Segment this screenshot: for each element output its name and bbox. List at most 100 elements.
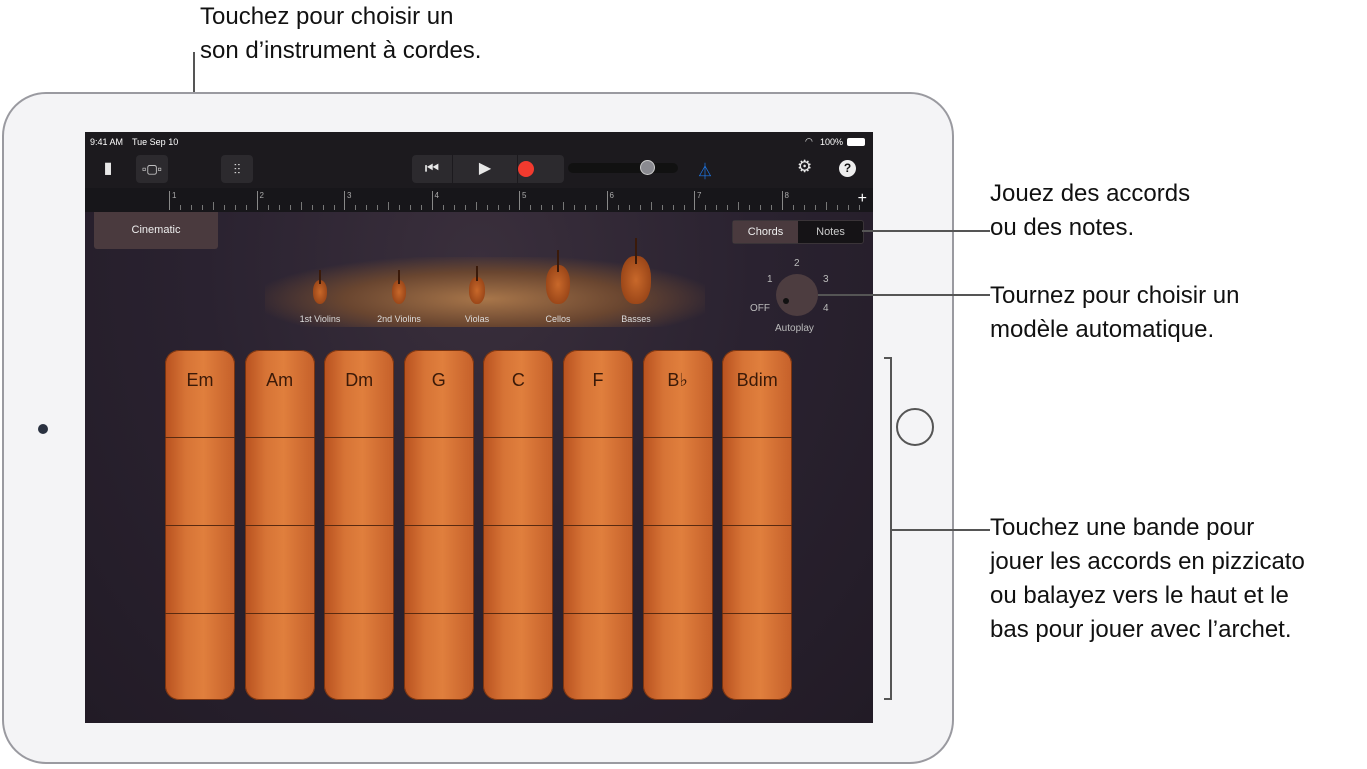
- notes-segment[interactable]: Notes: [798, 221, 863, 243]
- ruler-tick: [727, 205, 728, 210]
- ruler-tick: [246, 205, 247, 210]
- chords-segment[interactable]: Chords: [733, 221, 798, 243]
- instrument-label: Basses: [621, 314, 651, 324]
- ruler-tick: [289, 205, 291, 210]
- camera: [38, 424, 48, 434]
- chord-label: Am: [266, 370, 294, 390]
- metronome-icon[interactable]: ⏃: [697, 158, 713, 182]
- preset-button[interactable]: Cinematic: [94, 212, 218, 249]
- ruler-tick: [803, 205, 805, 210]
- ruler-tick: [464, 205, 466, 210]
- knob-indicator: [783, 298, 789, 304]
- instrument-label: Violas: [464, 314, 490, 324]
- instrument-neck: [557, 250, 559, 272]
- annotation-instrument: Touchez pour choisir un son d’instrument …: [200, 3, 482, 64]
- instrument-basses[interactable]: Basses: [601, 212, 671, 332]
- chord-strip-F[interactable]: F: [563, 350, 633, 700]
- ruler-bar-4: 4: [431, 191, 439, 210]
- ruler-bar-2: 2: [256, 191, 264, 210]
- strip-divider: [722, 437, 793, 438]
- play-icon[interactable]: ▶: [452, 155, 518, 183]
- chord-strip-Bdim[interactable]: Bdim: [722, 350, 793, 700]
- autoplay-1: 1: [767, 274, 773, 285]
- ruler-tick: [508, 205, 510, 210]
- chord-strip-C[interactable]: C: [483, 350, 554, 700]
- ruler-tick: [650, 202, 652, 210]
- ruler-bar-1: 1: [169, 191, 176, 210]
- ruler-bar-6: 6: [606, 191, 614, 210]
- instrument-neck: [319, 270, 321, 284]
- ruler-tick: [333, 205, 335, 210]
- rewind-icon[interactable]: ⏮: [412, 155, 452, 183]
- instrument-violas[interactable]: Violas: [442, 212, 512, 332]
- ruler-tick: [574, 205, 575, 210]
- ruler-tick: [202, 205, 203, 210]
- instrument-label: 2nd Violins: [377, 314, 421, 324]
- annotation-strips: Touchez une bande pour jouer les accords …: [990, 514, 1305, 643]
- chord-strip-Em[interactable]: Em: [165, 350, 235, 700]
- strip-divider: [642, 525, 713, 526]
- ruler-tick: [311, 205, 313, 210]
- ruler-tick: [322, 205, 324, 210]
- ruler-tick: [377, 205, 378, 210]
- help-icon[interactable]: ?: [839, 160, 856, 177]
- instrument-2nd-violins[interactable]: 2nd Violins: [364, 212, 434, 332]
- record-icon[interactable]: [518, 161, 534, 177]
- callout-line: [892, 529, 990, 531]
- strip-divider: [324, 613, 395, 614]
- chord-label: Bdim: [736, 370, 778, 390]
- strip-divider: [642, 613, 713, 614]
- ruler-bar-5: 5: [519, 191, 526, 210]
- mixer-icon[interactable]: ⫶⫶: [221, 155, 253, 183]
- instrument-neck: [635, 238, 637, 265]
- settings-icon[interactable]: ⚙: [797, 157, 812, 177]
- autoplay-knob[interactable]: [776, 274, 818, 316]
- ruler-tick: [410, 205, 411, 210]
- instrument-1st-violins[interactable]: 1st Violins: [285, 212, 355, 332]
- ruler-bar-8: 8: [781, 191, 789, 210]
- strip-divider: [483, 437, 554, 438]
- chords-notes-toggle: Chords Notes: [732, 220, 864, 244]
- ruler-tick: [475, 202, 477, 210]
- ruler-tick: [683, 205, 685, 210]
- ruler-tick: [366, 205, 367, 210]
- volume-slider[interactable]: [568, 160, 678, 175]
- ruler-tick: [486, 205, 488, 210]
- instrument-label: Cellos: [545, 314, 571, 324]
- chord-strip-Am[interactable]: Am: [244, 350, 315, 700]
- strip-divider: [244, 437, 315, 438]
- strip-divider: [483, 613, 554, 614]
- ruler-tick: [497, 205, 499, 210]
- ruler-tick: [617, 205, 619, 210]
- ruler-tick: [388, 202, 389, 210]
- volume-knob[interactable]: [640, 160, 655, 175]
- ruler-tick: [442, 205, 444, 210]
- strip-divider: [642, 437, 713, 438]
- ruler-tick: [847, 205, 849, 210]
- ruler-tick: [760, 205, 761, 210]
- chord-strip-B♭[interactable]: B♭: [642, 350, 713, 700]
- chord-label: Em: [186, 370, 214, 390]
- ruler-tick: [235, 205, 236, 210]
- ruler-tick: [541, 205, 542, 210]
- timeline-ruler[interactable]: + 12345678: [85, 188, 873, 212]
- instrument-cellos[interactable]: Cellos: [523, 212, 593, 332]
- transport-controls: ⏮ ▶: [412, 155, 564, 183]
- ruler-tick: [399, 205, 400, 210]
- battery-percent: 100%: [820, 137, 844, 147]
- autoplay-label: Autoplay: [775, 323, 814, 334]
- strip-divider: [403, 437, 474, 438]
- autoplay-3: 3: [823, 274, 829, 285]
- tracks-view-icon[interactable]: ▫▢▫: [136, 155, 168, 183]
- strip-divider: [324, 437, 395, 438]
- chord-strip-Dm[interactable]: Dm: [324, 350, 395, 700]
- chord-strip-G[interactable]: G: [403, 350, 474, 700]
- document-icon[interactable]: ▮: [100, 158, 116, 178]
- ruler-tick: [738, 202, 739, 210]
- ruler-tick: [825, 202, 827, 210]
- home-button[interactable]: [896, 408, 934, 446]
- ruler-tick: [421, 205, 422, 210]
- annotation-chords-notes: Jouez des accords ou des notes.: [990, 180, 1191, 241]
- chord-label: Dm: [345, 370, 374, 390]
- instrument-label: 1st Violins: [299, 314, 341, 324]
